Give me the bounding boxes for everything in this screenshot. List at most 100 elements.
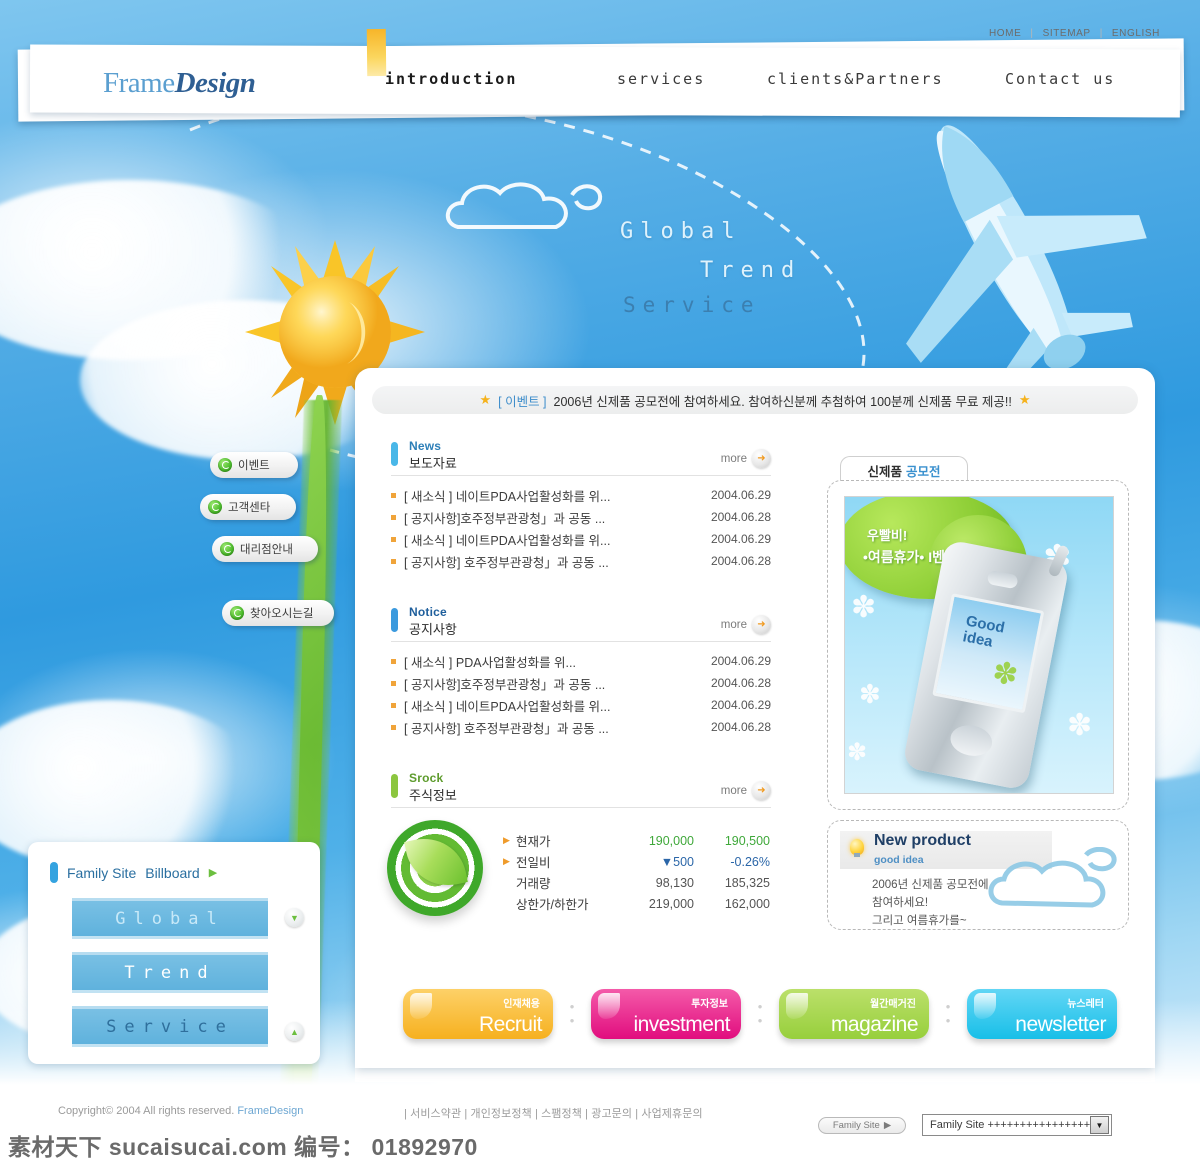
event-tag: [ 이벤트 ] <box>498 394 547 409</box>
stock-row-value2: -0.26% <box>730 854 770 869</box>
billboard-scroll-down-button[interactable]: ▼ <box>285 908 304 927</box>
arrow-right-icon: ➜ <box>752 615 771 634</box>
leaf-bullet-icon <box>230 606 244 620</box>
list-item[interactable]: [ 공지사항] 호주정부관광청」과 공동 ... 2004.06.28 <box>391 716 771 738</box>
list-item-date: 2004.06.28 <box>710 554 771 568</box>
list-item[interactable]: [ 공지사항]호주정부관광청」과 공동 ... 2004.06.28 <box>391 506 771 528</box>
accent-bar <box>50 862 58 883</box>
site-logo[interactable]: FrameDesign <box>103 67 256 100</box>
pill-separator: • • <box>757 998 763 1028</box>
stock-row-label: 거래량 <box>516 877 551 891</box>
leaf-bullet-icon <box>208 500 222 514</box>
list-item-title: [ 새소식 ] 네이트PDA사업활성화를 위... <box>404 489 611 504</box>
header: FrameDesign introduction services client… <box>0 28 1200 122</box>
stock-row: 거래량 98,130 185,325 <box>503 872 771 893</box>
stock-row-label: 전일비 <box>516 856 551 870</box>
section-header: Notice 공지사항 more ➜ <box>391 605 771 642</box>
list-item-date: 2004.06.28 <box>710 676 771 690</box>
new-product-title: New product <box>874 832 971 849</box>
tab-label-blue: 공모전 <box>906 465 941 479</box>
triangle-right-icon: ▶ <box>503 856 510 866</box>
nav-item-clients-partners[interactable]: clients&Partners <box>767 70 944 88</box>
sidebar-item-event[interactable]: 이벤트 <box>210 452 298 478</box>
bullet-icon <box>391 558 396 564</box>
section-title-en: Notice <box>409 605 447 619</box>
stock-row-value2: 162,000 <box>724 896 770 911</box>
pill-recruit[interactable]: 인재채용 Recruit <box>403 989 553 1039</box>
stock-target-logo <box>387 820 483 916</box>
nav-item-introduction[interactable]: introduction <box>385 70 517 88</box>
stock-row-value1: 190,000 <box>648 833 694 848</box>
stock-table: ▶ 현재가 190,000 190,500 ▶ 전일비 ▼500 -0.26% … <box>503 830 771 914</box>
lightbulb-icon <box>850 839 864 857</box>
family-site-billboard-panel: Family Site Billboard ▶ Global Trend Ser… <box>28 842 320 1064</box>
event-banner[interactable]: ★ [ 이벤트 ] 2006년 신제품 공모전에 참여하세요. 참여하신분께 추… <box>372 386 1138 414</box>
more-label: more <box>720 784 747 797</box>
list-item[interactable]: [ 새소식 ] PDA사업활성화를 위... 2004.06.29 <box>391 650 771 672</box>
chalk-cloud-doodle <box>446 182 603 229</box>
pill-magazine[interactable]: 월간매거진 magazine <box>779 989 929 1039</box>
nav-item-contact-us[interactable]: Contact us <box>1005 70 1115 88</box>
footer-copyright: Copyright© 2004 All rights reserved. Fra… <box>58 1105 303 1117</box>
new-product-body: 2006년 신제품 공모전에 참여하세요! 그리고 여름휴가를~ <box>872 879 989 927</box>
promo-image[interactable]: ✽ ✽ ✽ ✽ ✽ 우빨비! •여름휴가• I벤트 Goodidea ✽ <box>844 496 1114 794</box>
sidebar-item-agency-guide[interactable]: 대리점안내 <box>212 536 318 562</box>
billboard-item-trend[interactable]: Trend <box>72 952 268 993</box>
list-item-date: 2004.06.28 <box>710 720 771 734</box>
triangle-right-icon: ▶ <box>883 1120 892 1131</box>
list-item[interactable]: [ 새소식 ] 네이트PDA사업활성화를 위... 2004.06.29 <box>391 484 771 506</box>
flower-icon: ✽ <box>1067 709 1093 742</box>
footer-links[interactable]: | 서비스약관 | 개인정보정책 | 스팸정책 | 광고문의 | 사업제휴문의 <box>404 1105 703 1121</box>
phone-screen: Good idea ✽ <box>932 593 1045 714</box>
bullet-icon <box>391 514 396 520</box>
sidebar-item-customer-center[interactable]: 고객센타 <box>200 494 296 520</box>
sidebar-item-label: 찾아오시는길 <box>250 608 314 620</box>
billboard-title-billboard: Billboard <box>145 864 200 881</box>
more-link-news[interactable]: more ➜ <box>721 449 771 468</box>
yellow-tab-marker <box>366 28 387 77</box>
toplink-home[interactable]: HOME <box>989 28 1021 39</box>
list-item[interactable]: [ 공지사항]호주정부관광청」과 공동 ... 2004.06.28 <box>391 672 771 694</box>
section-title-en: News <box>409 439 442 453</box>
toplink-english[interactable]: ENGLISH <box>1112 28 1160 39</box>
more-link-stock[interactable]: more ➜ <box>721 781 771 800</box>
section-header: Srock 주식정보 more ➜ <box>391 771 771 808</box>
pill-investment[interactable]: 투자정보 investment <box>591 989 741 1039</box>
sidebar-item-directions[interactable]: 찾아오시는길 <box>222 600 334 626</box>
hero-text-line2: Trend <box>700 258 802 283</box>
billboard-item-service[interactable]: Service <box>72 1006 268 1047</box>
billboard-scroll-up-button[interactable]: ▲ <box>285 1022 304 1041</box>
footer-family-site-select[interactable]: Family Site ++++++++++++++++ ▼ <box>922 1114 1112 1136</box>
stock-row: ▶ 전일비 ▼500 -0.26% <box>503 851 771 872</box>
list-item[interactable]: [ 새소식 ] 네이트PDA사업활성화를 위... 2004.06.29 <box>391 528 771 550</box>
list-item[interactable]: [ 새소식 ] 네이트PDA사업활성화를 위... 2004.06.29 <box>391 694 771 716</box>
flower-icon: ✽ <box>859 679 881 709</box>
billboard-item-global[interactable]: Global <box>72 898 268 939</box>
stock-row-value2: 190,500 <box>724 833 770 848</box>
page-root: Global Trend Service HOME | SITEMAP | EN… <box>0 0 1200 1165</box>
stock-row-label: 현재가 <box>516 835 551 849</box>
nav-item-services[interactable]: services <box>617 70 705 88</box>
section-header: News 보도자료 more ➜ <box>391 439 771 476</box>
billboard-header: Family Site Billboard ▶ <box>50 862 217 883</box>
list-item-title: [ 공지사항] 호주정부관광청」과 공동 ... <box>404 721 609 736</box>
sidebar-item-label: 대리점안내 <box>240 544 293 556</box>
chalk-cloud-doodle <box>988 847 1117 908</box>
section-accent-bar <box>391 442 398 466</box>
section-news: News 보도자료 more ➜ [ 새소식 ] 네이트PDA사업활성화를 위.… <box>391 439 771 572</box>
list-item[interactable]: [ 공지사항] 호주정부관광청」과 공동 ... 2004.06.28 <box>391 550 771 572</box>
section-stock: Srock 주식정보 more ➜ ▶ 현재가 190,000 190,500 <box>387 771 771 916</box>
flower-icon: ✽ <box>851 591 877 624</box>
triangle-right-icon[interactable]: ▶ <box>209 866 217 879</box>
footer-family-site-button[interactable]: Family Site ▶ <box>818 1117 906 1134</box>
pill-newsletter[interactable]: 뉴스레터 newsletter <box>967 989 1117 1039</box>
chevron-down-icon[interactable]: ▼ <box>1090 1116 1109 1134</box>
more-link-notice[interactable]: more ➜ <box>721 615 771 634</box>
logo-text-frame: Frame <box>103 67 175 99</box>
pill-separator: • • <box>945 998 951 1028</box>
toplink-separator: | <box>1030 28 1034 39</box>
select-value: Family Site ++++++++++++++++ <box>930 1119 1090 1131</box>
footer-brand: FrameDesign <box>237 1105 304 1117</box>
toplink-sitemap[interactable]: SITEMAP <box>1043 28 1091 39</box>
list-item-date: 2004.06.28 <box>710 510 771 524</box>
